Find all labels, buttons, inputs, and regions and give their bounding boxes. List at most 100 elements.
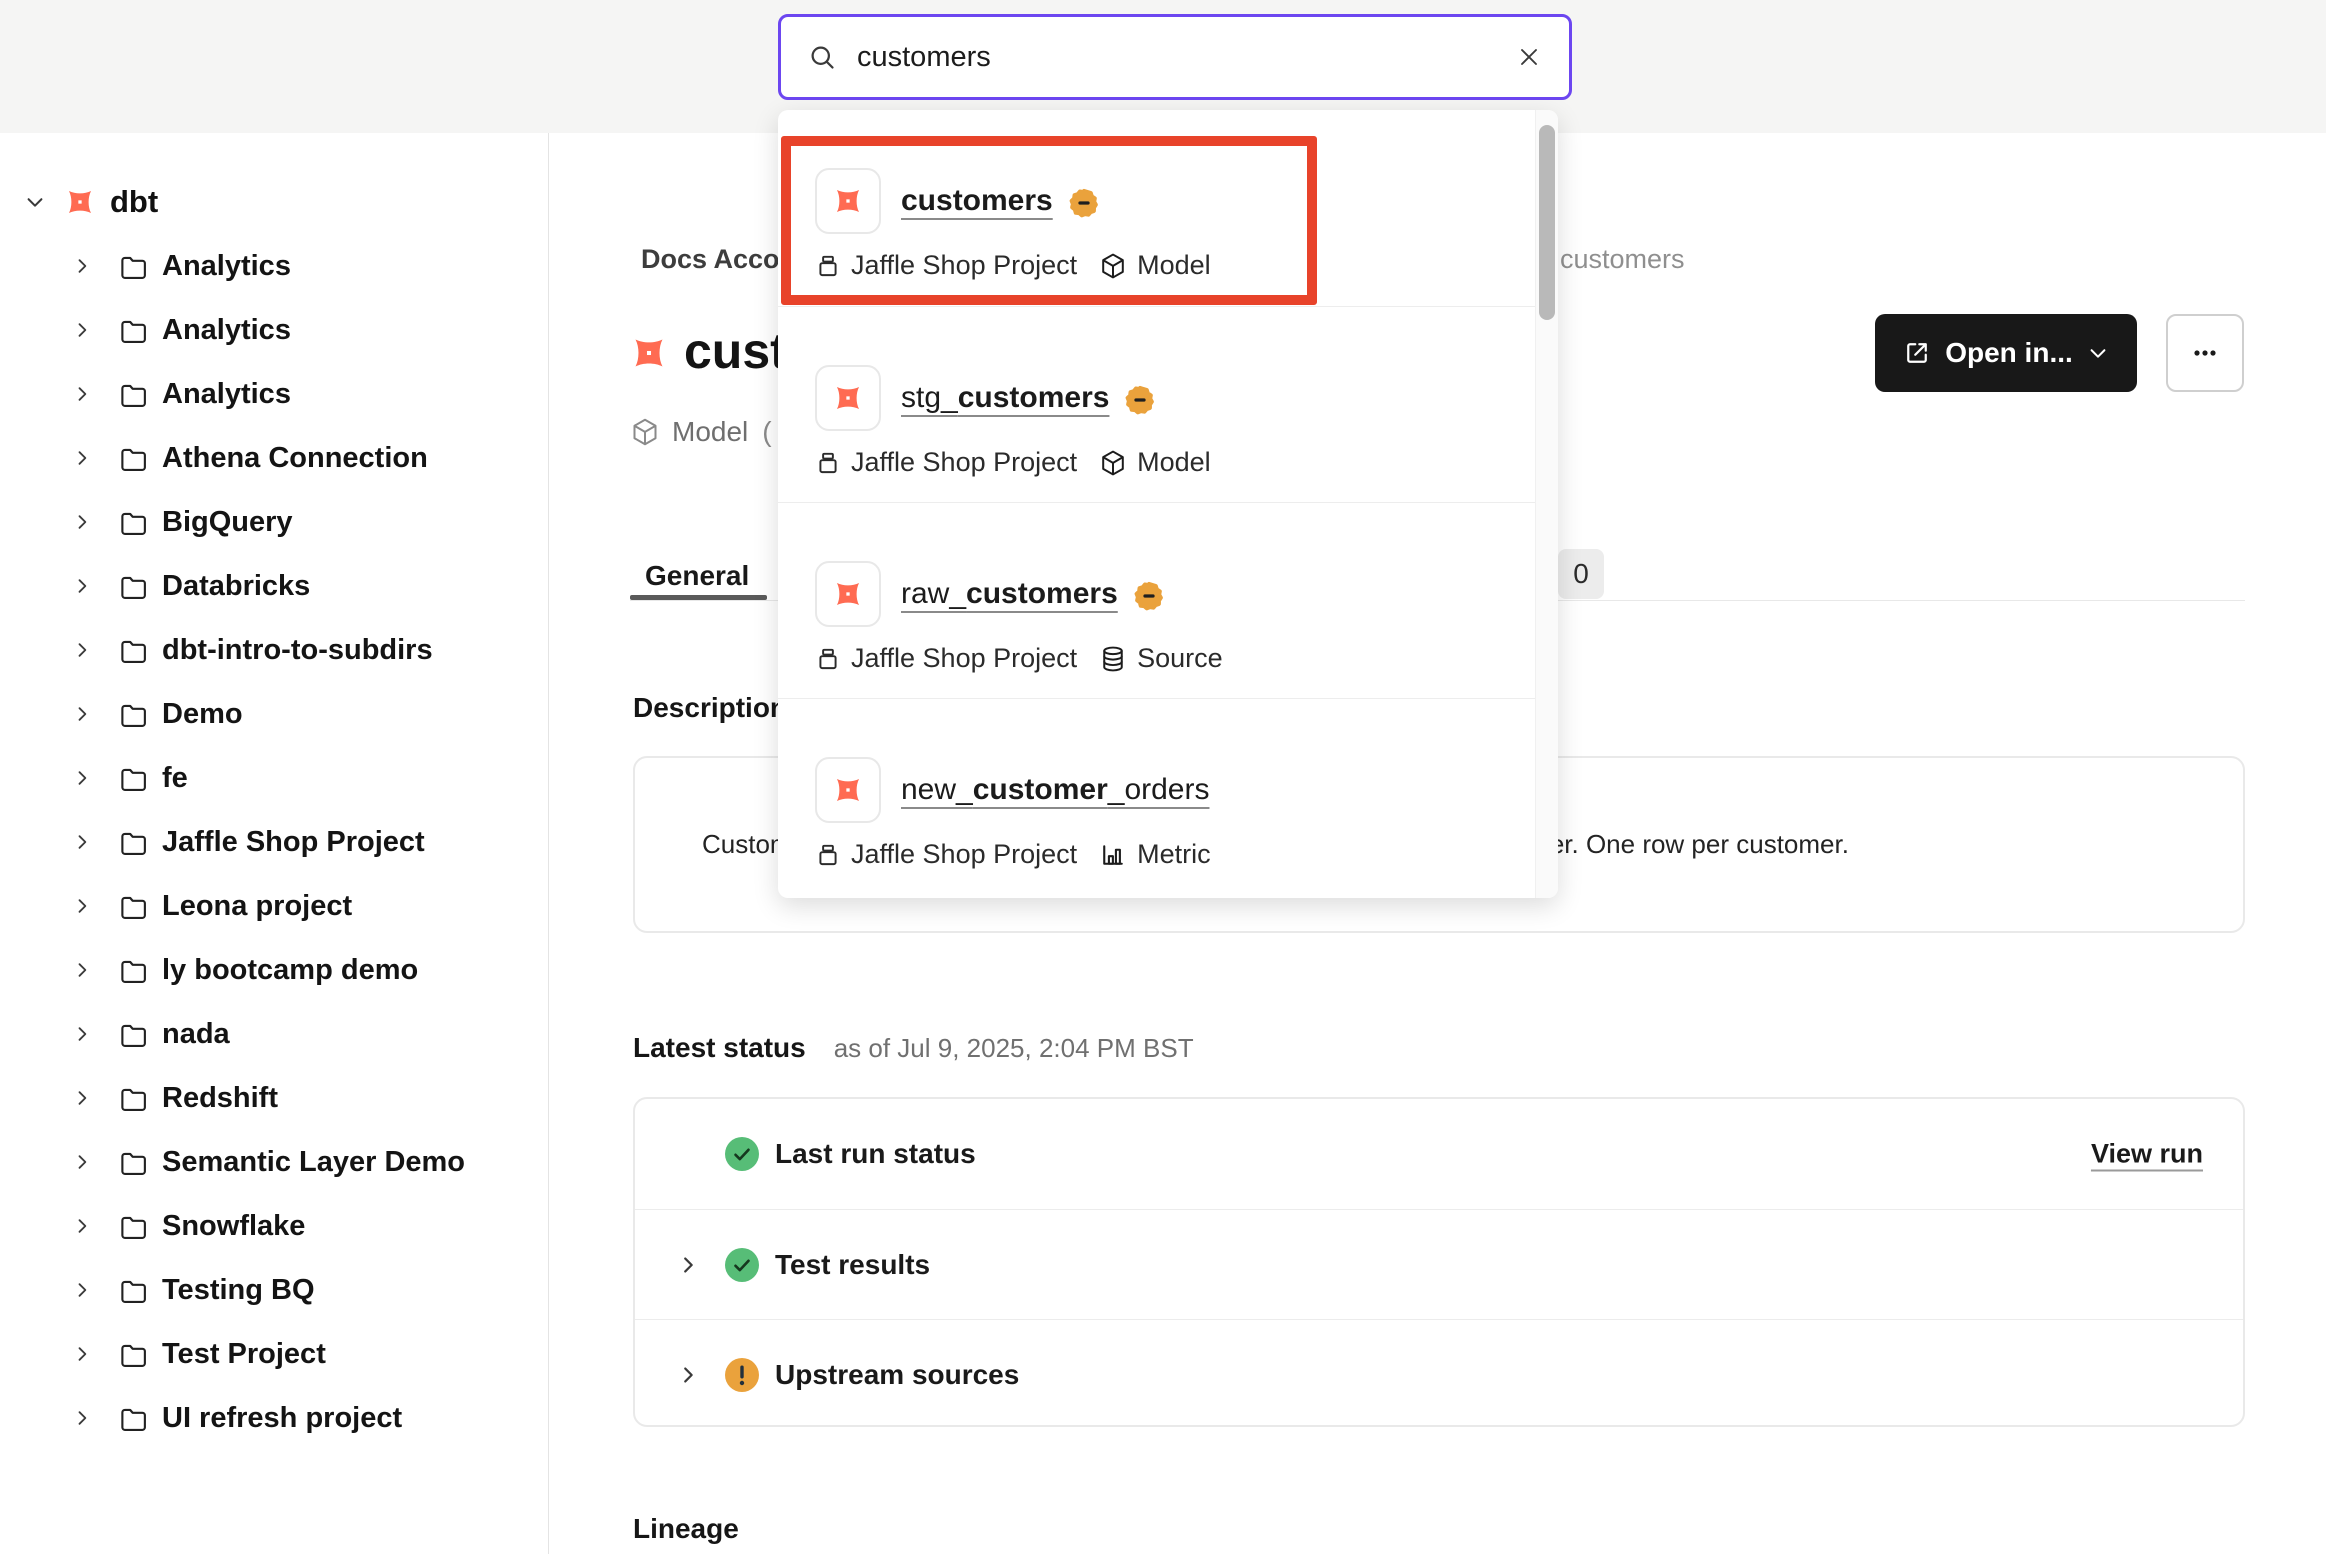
sidebar-item-project[interactable]: fe — [0, 746, 548, 810]
sidebar-item-project[interactable]: Databricks — [0, 554, 548, 618]
sidebar-item-project[interactable]: BigQuery — [0, 490, 548, 554]
latest-status-heading: Latest status as of Jul 9, 2025, 2:04 PM… — [633, 1032, 1194, 1064]
sidebar-item-label: ly bootcamp demo — [162, 954, 418, 987]
sidebar-item-project[interactable]: Jaffle Shop Project — [0, 810, 548, 874]
active-tab-underline — [630, 595, 767, 600]
more-button[interactable] — [2166, 314, 2244, 392]
sidebar-item-label: Athena Connection — [162, 442, 428, 475]
chevron-right-icon[interactable] — [72, 896, 94, 916]
sidebar-item-project[interactable]: Snowflake — [0, 1194, 548, 1258]
sidebar-item-label: Semantic Layer Demo — [162, 1146, 465, 1179]
project-icon — [815, 450, 841, 476]
chevron-right-icon[interactable] — [72, 1216, 94, 1236]
lineage-heading: Lineage — [633, 1513, 739, 1545]
chevron-down-icon[interactable] — [24, 191, 46, 213]
chevron-right-icon[interactable] — [72, 1280, 94, 1300]
search-box[interactable] — [778, 14, 1572, 100]
folder-icon — [118, 635, 148, 665]
sidebar-item-project[interactable]: Testing BQ — [0, 1258, 548, 1322]
dbt-logo-icon — [627, 331, 671, 375]
open-in-label: Open in... — [1945, 337, 2073, 369]
tab-count-badge[interactable]: 0 — [1558, 549, 1604, 599]
chevron-right-icon[interactable] — [72, 832, 94, 852]
project-icon — [815, 253, 841, 279]
chevron-down-icon — [2087, 342, 2109, 364]
folder-icon — [118, 827, 148, 857]
sidebar-item-project[interactable]: Demo — [0, 682, 548, 746]
view-run-link[interactable]: View run — [2091, 1139, 2203, 1170]
search-result-customers[interactable]: customers Jaffle Shop Project Model — [778, 110, 1558, 306]
chevron-right-icon[interactable] — [72, 384, 94, 404]
model-icon — [1099, 252, 1127, 280]
chevron-right-icon[interactable] — [72, 448, 94, 468]
sidebar-item-label: UI refresh project — [162, 1402, 402, 1435]
chevron-right-icon[interactable] — [677, 1364, 699, 1386]
project-sidebar: dbt Analytics Analytics Analytics Athena… — [0, 133, 549, 1554]
source-icon — [1099, 645, 1127, 673]
chevron-right-icon[interactable] — [72, 576, 94, 596]
breadcrumb-current: customers — [1560, 244, 1685, 275]
project-tree: dbt Analytics Analytics Analytics Athena… — [0, 133, 548, 1450]
dbt-logo-icon — [815, 561, 881, 627]
sidebar-item-project[interactable]: Analytics — [0, 298, 548, 362]
result-type: Model — [1137, 447, 1211, 478]
tab-general[interactable]: General — [645, 560, 749, 592]
result-name-link[interactable]: stg_customers — [901, 381, 1109, 415]
result-name-link[interactable]: customers — [901, 184, 1053, 218]
sidebar-item-dbt[interactable]: dbt — [0, 170, 548, 234]
sidebar-item-label: dbt — [110, 184, 158, 220]
chevron-right-icon[interactable] — [72, 1024, 94, 1044]
sidebar-item-project[interactable]: ly bootcamp demo — [0, 938, 548, 1002]
sidebar-item-project[interactable]: Athena Connection — [0, 426, 548, 490]
dbt-logo-icon — [815, 757, 881, 823]
sidebar-item-label: dbt-intro-to-subdirs — [162, 634, 433, 667]
folder-icon — [118, 379, 148, 409]
sidebar-item-project[interactable]: Leona project — [0, 874, 548, 938]
sidebar-item-project[interactable]: UI refresh project — [0, 1386, 548, 1450]
sidebar-item-project[interactable]: Analytics — [0, 362, 548, 426]
sidebar-item-label: Testing BQ — [162, 1274, 315, 1307]
result-name-link[interactable]: new_customer_orders — [901, 773, 1209, 807]
sidebar-item-project[interactable]: Semantic Layer Demo — [0, 1130, 548, 1194]
sidebar-item-label: Analytics — [162, 250, 291, 283]
model-icon — [630, 417, 660, 447]
folder-icon — [118, 1211, 148, 1241]
result-name-link[interactable]: raw_customers — [901, 577, 1118, 611]
sidebar-item-project[interactable]: nada — [0, 1002, 548, 1066]
chevron-right-icon[interactable] — [72, 768, 94, 788]
dropdown-scrollbar-thumb[interactable] — [1539, 125, 1555, 320]
chevron-right-icon[interactable] — [72, 704, 94, 724]
search-result-raw-customers[interactable]: raw_customers Jaffle Shop Project Source — [778, 502, 1558, 698]
result-project: Jaffle Shop Project — [851, 447, 1077, 478]
search-input[interactable] — [855, 40, 1515, 75]
sidebar-item-project[interactable]: Analytics — [0, 234, 548, 298]
chevron-right-icon[interactable] — [72, 640, 94, 660]
search-result-stg-customers[interactable]: stg_customers Jaffle Shop Project Model — [778, 306, 1558, 502]
open-in-button[interactable]: Open in... — [1875, 314, 2137, 392]
folder-icon — [118, 1275, 148, 1305]
sidebar-item-project[interactable]: Redshift — [0, 1066, 548, 1130]
clear-search-icon[interactable] — [1515, 43, 1543, 71]
project-icon — [815, 646, 841, 672]
chevron-right-icon[interactable] — [72, 1408, 94, 1428]
chevron-right-icon[interactable] — [72, 320, 94, 340]
chevron-right-icon[interactable] — [72, 960, 94, 980]
chevron-right-icon[interactable] — [72, 256, 94, 276]
sidebar-item-project[interactable]: dbt-intro-to-subdirs — [0, 618, 548, 682]
chevron-right-icon[interactable] — [72, 1152, 94, 1172]
sidebar-item-project[interactable]: Test Project — [0, 1322, 548, 1386]
folder-icon — [118, 1083, 148, 1113]
upstream-sources-row[interactable]: Upstream sources — [635, 1319, 2243, 1427]
search-result-new-customer-orders[interactable]: new_customer_orders Jaffle Shop Project … — [778, 698, 1558, 894]
chevron-right-icon[interactable] — [72, 512, 94, 532]
chevron-right-icon[interactable] — [72, 1088, 94, 1108]
staleness-badge-icon — [1134, 581, 1164, 611]
chevron-right-icon[interactable] — [677, 1254, 699, 1276]
sidebar-item-label: Jaffle Shop Project — [162, 826, 425, 859]
dropdown-scrollbar-track[interactable] — [1535, 110, 1558, 898]
dbt-logo-icon — [815, 365, 881, 431]
result-project: Jaffle Shop Project — [851, 250, 1077, 281]
chevron-right-icon[interactable] — [72, 1344, 94, 1364]
test-results-row[interactable]: Test results — [635, 1209, 2243, 1319]
folder-icon — [118, 699, 148, 729]
